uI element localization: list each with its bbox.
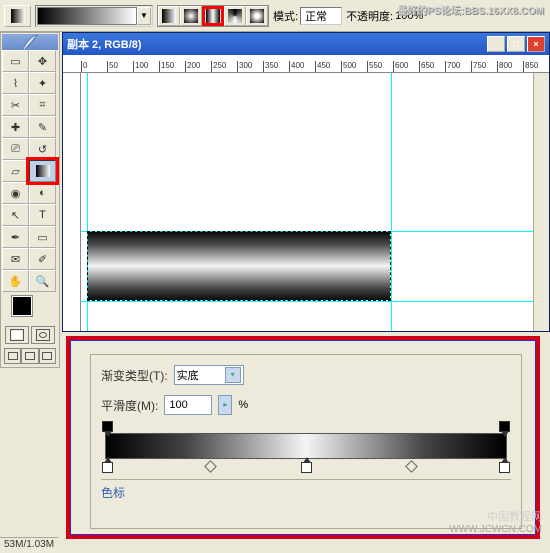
- screen-standard-button[interactable]: [4, 348, 21, 364]
- pen-tool[interactable]: ✒: [2, 226, 29, 248]
- color-stop-left[interactable]: [102, 462, 113, 473]
- ruler-tick: 750: [471, 61, 486, 73]
- smoothness-spinner[interactable]: ▸: [218, 395, 232, 415]
- tools-palette: ▭ ✥ ⌇ ✦ ✂ ⌗ ✚ ✎ ⎚ ↺ ▱ ◉ ◐ ↖ T ✒ ▭ ✉ ✐ ✋ …: [0, 32, 60, 368]
- mode-select[interactable]: 正常: [300, 7, 342, 25]
- ruler-tick: 500: [341, 61, 356, 73]
- dodge-tool[interactable]: ◐: [29, 182, 56, 204]
- color-stop-right[interactable]: [499, 462, 510, 473]
- ruler-tick: 200: [185, 61, 200, 73]
- gradient-type-value: 实底: [177, 367, 225, 383]
- gradient-type-buttons: [157, 5, 269, 27]
- ruler-tick: 800: [497, 61, 512, 73]
- gradient-radial-button[interactable]: [180, 6, 202, 26]
- slice-tool[interactable]: ⌗: [29, 94, 56, 116]
- opacity-label: 不透明度:: [346, 8, 393, 24]
- heal-tool[interactable]: ✚: [2, 116, 29, 138]
- wand-tool[interactable]: ✦: [29, 72, 56, 94]
- quickmask-mode-button[interactable]: [31, 326, 55, 344]
- status-bar: 53M/1.03M: [0, 537, 58, 553]
- type-tool[interactable]: T: [29, 204, 56, 226]
- watermark-top: 最好的PS论坛:BBS.16XX8.COM: [397, 2, 544, 17]
- ruler-tick: 600: [393, 61, 408, 73]
- gradient-tool[interactable]: [29, 160, 56, 182]
- ruler-tick: 100: [133, 61, 148, 73]
- gradient-preview[interactable]: ▼: [35, 5, 153, 27]
- watermark-bottom: 中国教程网 WWW.JCWCN.COM: [449, 508, 542, 535]
- screen-full-button[interactable]: [39, 348, 56, 364]
- zoom-tool[interactable]: 🔍: [29, 270, 56, 292]
- ruler-tick: 650: [419, 61, 434, 73]
- ruler-tick: 700: [445, 61, 460, 73]
- eyedropper-tool[interactable]: ✐: [29, 248, 56, 270]
- document-titlebar[interactable]: 副本 2, RGB/8) _ □ ×: [63, 33, 549, 55]
- tools-header[interactable]: [2, 34, 58, 50]
- canvas[interactable]: [81, 73, 533, 331]
- shape-tool[interactable]: ▭: [29, 226, 56, 248]
- document-title: 副本 2, RGB/8): [67, 36, 487, 52]
- hand-tool[interactable]: ✋: [2, 270, 29, 292]
- watermark-bottom-url: WWW.JCWCN.COM: [449, 524, 542, 535]
- gradient-type-label: 渐变类型(T):: [101, 367, 168, 384]
- dropdown-icon[interactable]: ▾: [225, 367, 241, 383]
- opacity-stop-left[interactable]: [102, 421, 113, 432]
- blur-tool[interactable]: ◉: [2, 182, 29, 204]
- brush-tool[interactable]: ✎: [29, 116, 56, 138]
- standard-mode-button[interactable]: [5, 326, 29, 344]
- gradient-reflected-button[interactable]: [202, 6, 224, 26]
- gradient-dropdown-icon[interactable]: ▼: [137, 7, 151, 25]
- feather-icon: [20, 32, 40, 52]
- horizontal-ruler: 0 50 100 150 200 250 300 350 400 450 500…: [63, 55, 549, 73]
- guide-horizontal[interactable]: [81, 301, 533, 302]
- gradient-angle-button[interactable]: [224, 6, 246, 26]
- gradient-type-select[interactable]: 实底 ▾: [174, 365, 244, 385]
- screen-full-menu-button[interactable]: [21, 348, 38, 364]
- move-tool[interactable]: ✥: [29, 50, 56, 72]
- color-stop-mid[interactable]: [301, 462, 312, 473]
- foreground-color-swatch[interactable]: [12, 296, 32, 316]
- mode-label: 模式:: [273, 8, 298, 24]
- gradient-linear-button[interactable]: [158, 6, 180, 26]
- selection-marquee: [87, 231, 391, 301]
- ruler-tick: 400: [289, 61, 304, 73]
- close-button[interactable]: ×: [527, 36, 545, 52]
- minimize-button[interactable]: _: [487, 36, 505, 52]
- vertical-ruler: [63, 73, 81, 331]
- mode-value: 正常: [305, 11, 327, 23]
- ruler-tick: 0: [81, 61, 87, 73]
- eraser-tool[interactable]: ▱: [2, 160, 29, 182]
- gradient-diamond-button[interactable]: [246, 6, 268, 26]
- path-tool[interactable]: ↖: [2, 204, 29, 226]
- midpoint-left[interactable]: [204, 460, 217, 473]
- ruler-tick: 450: [315, 61, 330, 73]
- ruler-tick: 850: [523, 61, 538, 73]
- ruler-tick: 50: [107, 61, 118, 73]
- smoothness-label: 平滑度(M):: [101, 397, 158, 414]
- opacity-stop-right[interactable]: [499, 421, 510, 432]
- document-window: 副本 2, RGB/8) _ □ × 0 50 100 150 200 250 …: [62, 32, 550, 332]
- smoothness-input[interactable]: [164, 395, 212, 415]
- gradient-track[interactable]: [105, 433, 507, 459]
- stops-section-label: 色标: [101, 479, 511, 501]
- crop-tool[interactable]: ✂: [2, 94, 29, 116]
- maximize-button[interactable]: □: [507, 36, 525, 52]
- ruler-tick: 350: [263, 61, 278, 73]
- ruler-tick: 300: [237, 61, 252, 73]
- marquee-tool[interactable]: ▭: [2, 50, 29, 72]
- color-swatches[interactable]: [2, 292, 58, 324]
- guide-vertical[interactable]: [391, 73, 392, 331]
- tool-indicator: [4, 5, 31, 27]
- midpoint-right[interactable]: [405, 460, 418, 473]
- history-brush-tool[interactable]: ↺: [29, 138, 56, 160]
- watermark-bottom-text: 中国教程网: [487, 508, 542, 524]
- vertical-scrollbar[interactable]: [533, 73, 549, 331]
- lasso-tool[interactable]: ⌇: [2, 72, 29, 94]
- ruler-tick: 150: [159, 61, 174, 73]
- notes-tool[interactable]: ✉: [2, 248, 29, 270]
- smoothness-suffix: %: [238, 399, 248, 411]
- ruler-tick: 550: [367, 61, 382, 73]
- ruler-tick: 250: [211, 61, 226, 73]
- stamp-tool[interactable]: ⎚: [2, 138, 29, 160]
